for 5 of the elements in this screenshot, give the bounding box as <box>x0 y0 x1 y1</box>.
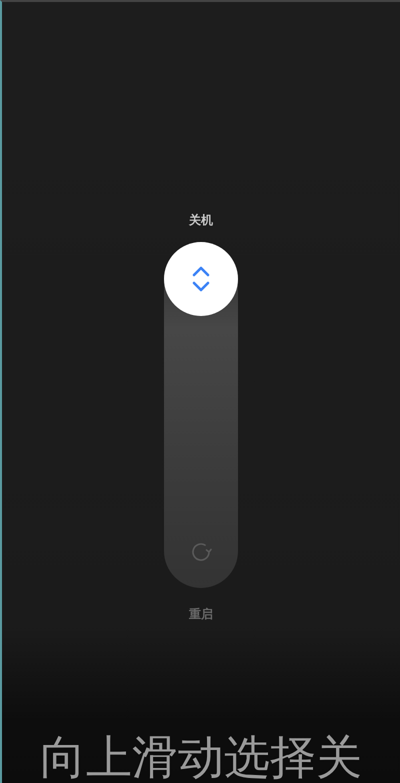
instruction-caption: 向上滑动选择关 <box>40 731 362 783</box>
power-off-label: 关机 <box>189 212 213 229</box>
restart-icon <box>189 540 213 564</box>
restart-label: 重启 <box>189 606 213 623</box>
up-down-chevron-icon <box>192 265 210 293</box>
